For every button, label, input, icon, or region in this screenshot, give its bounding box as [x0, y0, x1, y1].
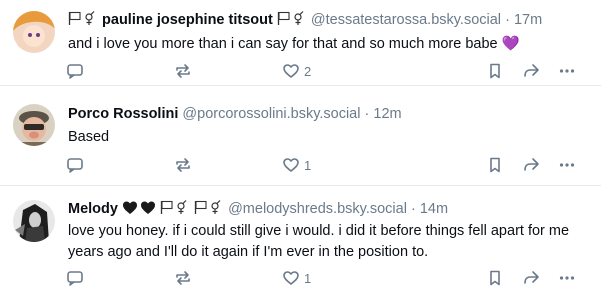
- reply-button[interactable]: [66, 267, 84, 289]
- reply-button[interactable]: [66, 154, 84, 176]
- repost-icon: [176, 271, 190, 285]
- repost-button[interactable]: [174, 154, 192, 176]
- share-icon: [524, 64, 539, 77]
- separator: ·: [505, 12, 510, 28]
- repost-icon: [176, 158, 190, 172]
- like-count: 1: [304, 270, 312, 286]
- bookmark-icon: [490, 157, 500, 173]
- post-text-body: and i love you more than i can say for t…: [68, 36, 498, 52]
- avatar[interactable]: [13, 11, 55, 53]
- author-handle[interactable]: @melodyshreds.bsky.social: [228, 201, 407, 217]
- like-count: 2: [304, 63, 312, 79]
- repost-icon: [176, 64, 190, 78]
- black-heart-icon: [122, 201, 155, 214]
- post-actions: 1: [60, 267, 590, 289]
- like-button[interactable]: 1: [282, 154, 311, 176]
- bookmark-button[interactable]: [486, 60, 504, 82]
- share-button[interactable]: [522, 154, 540, 176]
- post-time[interactable]: 12m: [373, 106, 401, 122]
- share-button[interactable]: [522, 60, 540, 82]
- heart-icon: [283, 64, 299, 78]
- post-header: pauline josephine titsout @tessatestaros…: [68, 11, 542, 29]
- avatar[interactable]: [13, 200, 55, 242]
- author-name[interactable]: Melody: [68, 201, 118, 217]
- bookmark-icon: [490, 270, 500, 286]
- reply-button[interactable]: [66, 60, 84, 82]
- post-text: and i love you more than i can say for t…: [68, 34, 593, 55]
- share-icon: [524, 271, 539, 284]
- repost-button[interactable]: [174, 60, 192, 82]
- heart-icon: [283, 271, 299, 285]
- more-icon: [559, 276, 575, 280]
- post-feed: pauline josephine titsout @tessatestaros…: [0, 0, 601, 303]
- reply-icon: [67, 158, 83, 173]
- post-actions: 1: [60, 154, 590, 176]
- share-icon: [524, 158, 539, 171]
- post-text: love you honey. if i could still give i …: [68, 223, 570, 260]
- more-options-button[interactable]: [558, 267, 576, 289]
- repost-button[interactable]: [174, 267, 192, 289]
- more-options-button[interactable]: [558, 154, 576, 176]
- bookmark-button[interactable]: [486, 267, 504, 289]
- post-time[interactable]: 14m: [420, 201, 448, 217]
- heart-icon: [283, 158, 299, 172]
- like-count: 1: [304, 157, 312, 173]
- author-handle[interactable]: @tessatestarossa.bsky.social: [311, 12, 501, 28]
- bookmark-icon: [490, 63, 500, 79]
- post-header: Melody @melodyshreds.bsky.social · 14m: [68, 200, 448, 218]
- share-button[interactable]: [522, 267, 540, 289]
- post-text: Based: [68, 129, 110, 145]
- more-icon: [559, 69, 575, 73]
- post-time[interactable]: 17m: [514, 12, 542, 28]
- reply-icon: [67, 271, 83, 286]
- separator: ·: [364, 106, 370, 122]
- author-name[interactable]: pauline josephine titsout: [102, 12, 273, 28]
- like-button[interactable]: 1: [282, 267, 311, 289]
- flag-icon: [160, 200, 187, 214]
- author-name[interactable]: Porco Rossolini: [68, 106, 178, 122]
- separator: ·: [410, 201, 416, 217]
- purple-heart-emoji: 💜: [501, 36, 520, 52]
- more-icon: [559, 163, 575, 167]
- like-button[interactable]: 2: [282, 60, 311, 82]
- avatar[interactable]: [13, 104, 55, 146]
- bookmark-button[interactable]: [486, 154, 504, 176]
- reply-icon: [67, 64, 83, 79]
- author-handle[interactable]: @porcorossolini.bsky.social: [182, 106, 360, 122]
- post-actions: 2: [60, 60, 590, 82]
- post-header: Porco Rossolini @porcorossolini.bsky.soc…: [68, 105, 402, 123]
- more-options-button[interactable]: [558, 60, 576, 82]
- flag-icon: [194, 200, 221, 214]
- flag-icon: [68, 11, 95, 25]
- flag-icon: [277, 11, 304, 25]
